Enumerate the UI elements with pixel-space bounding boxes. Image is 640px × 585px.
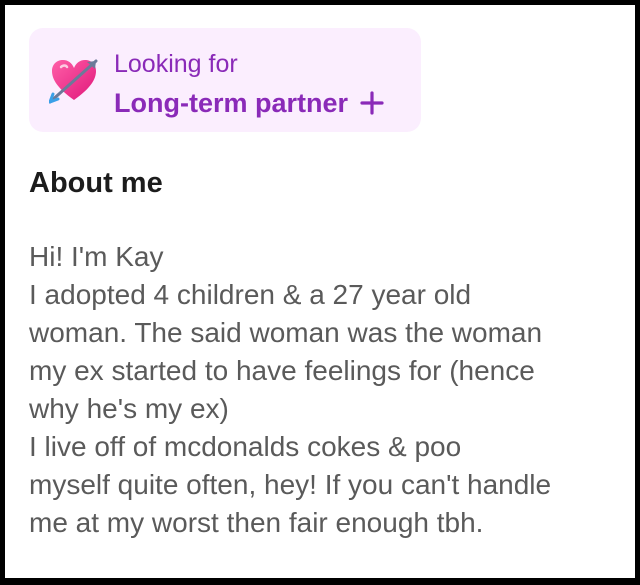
plus-icon[interactable] xyxy=(360,91,384,115)
bio-line: my ex started to have feelings for (henc… xyxy=(29,355,535,386)
looking-for-heading: Looking for xyxy=(114,50,238,78)
about-me-bio: Hi! I'm Kay I adopted 4 children & a 27 … xyxy=(29,238,629,542)
looking-for-text: Looking for Long-term partner xyxy=(114,48,384,120)
bio-line: myself quite often, hey! If you can't ha… xyxy=(29,469,552,500)
heart-with-arrow-icon xyxy=(48,58,99,104)
bio-line: woman. The said woman was the woman xyxy=(29,317,543,348)
about-me-title: About me xyxy=(29,167,163,199)
bio-line: me at my worst then fair enough tbh. xyxy=(29,507,484,538)
bio-line: why he's my ex) xyxy=(29,393,229,424)
bio-line: I adopted 4 children & a 27 year old xyxy=(29,279,472,310)
looking-for-value-row: Long-term partner xyxy=(114,86,384,120)
bio-line: Hi! I'm Kay xyxy=(29,241,164,272)
looking-for-chip[interactable]: Looking for Long-term partner xyxy=(29,28,421,132)
bio-line: I live off of mcdonalds cokes & poo xyxy=(29,431,462,462)
looking-for-value: Long-term partner xyxy=(114,88,349,118)
profile-card: Looking for Long-term partner About me H… xyxy=(5,5,635,578)
